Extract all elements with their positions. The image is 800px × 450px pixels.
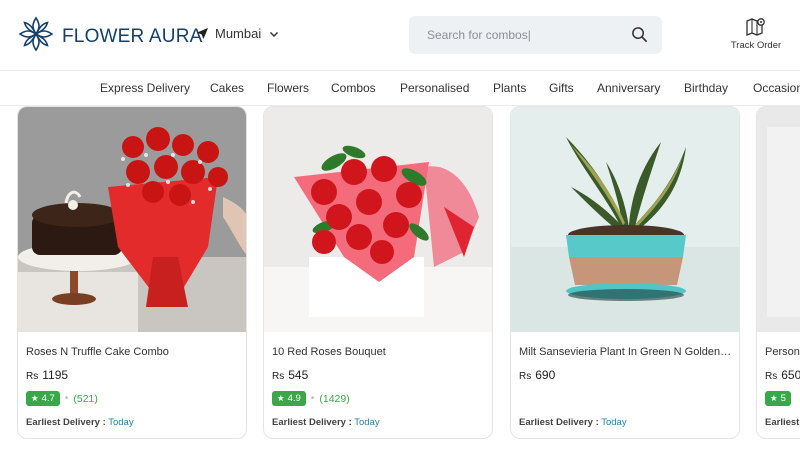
location-city: Mumbai xyxy=(215,26,262,41)
nav-express-delivery[interactable]: Express Delivery xyxy=(100,81,190,95)
product-price: Rs 690 xyxy=(519,368,555,382)
star-icon: ★ xyxy=(31,393,39,403)
price-value: 650 xyxy=(781,368,800,382)
location-selector[interactable]: Mumbai xyxy=(196,26,279,41)
nav-gifts[interactable]: Gifts xyxy=(549,81,574,95)
product-grid: Roses N Truffle Cake Combo Rs 1195 ★ 4.7 •… xyxy=(0,106,800,450)
review-count[interactable]: (521) xyxy=(73,393,98,405)
product-price: Rs 545 xyxy=(272,368,308,382)
delivery-label: Earliest xyxy=(765,417,800,428)
search-input[interactable] xyxy=(427,28,627,42)
separator-dot: • xyxy=(64,393,69,404)
nav-cakes[interactable]: Cakes xyxy=(210,81,244,95)
delivery-label: Earliest Delivery : xyxy=(519,417,599,428)
product-name[interactable]: Milt Sansevieria Plant In Green N Golden… xyxy=(519,346,733,358)
rating-value: 5 xyxy=(780,393,786,404)
product-name[interactable]: Roses N Truffle Cake Combo xyxy=(26,346,240,358)
brand-name: FLOWER AURA xyxy=(62,25,203,47)
price-value: 1195 xyxy=(42,368,69,382)
product-image-red-roses[interactable] xyxy=(264,107,492,332)
nav-occasions[interactable]: Occasions xyxy=(753,81,800,95)
flower-logo-icon xyxy=(16,14,56,59)
nav-combos[interactable]: Combos xyxy=(331,81,376,95)
product-price: Rs 1195 xyxy=(26,368,68,382)
product-price: Rs 650 xyxy=(765,368,800,382)
review-count[interactable]: (1429) xyxy=(319,393,349,405)
separator-dot: • xyxy=(310,393,315,404)
product-name[interactable]: Personalised xyxy=(765,346,800,358)
currency-label: Rs xyxy=(519,371,532,382)
rating-badge: ★ 4.7 xyxy=(26,391,60,406)
product-card[interactable]: Roses N Truffle Cake Combo Rs 1195 ★ 4.7 •… xyxy=(17,106,247,439)
search-icon[interactable] xyxy=(631,26,648,43)
rating-badge: ★ 5 xyxy=(765,391,791,406)
currency-label: Rs xyxy=(26,371,39,382)
currency-label: Rs xyxy=(765,371,778,382)
star-icon: ★ xyxy=(770,393,778,403)
earliest-delivery: Earliest Delivery : Today xyxy=(26,417,134,428)
product-image-sansevieria-plant[interactable] xyxy=(511,107,739,332)
earliest-delivery: Earliest Delivery : Today xyxy=(519,417,627,428)
product-name[interactable]: 10 Red Roses Bouquet xyxy=(272,346,486,358)
track-order-label: Track Order xyxy=(730,40,782,51)
earliest-delivery: Earliest Delivery : Today xyxy=(272,417,380,428)
track-order-button[interactable]: Track Order xyxy=(726,16,786,51)
chevron-down-icon xyxy=(261,29,279,39)
category-nav: Express Delivery Cakes Flowers Combos Pe… xyxy=(0,70,800,106)
delivery-value: Today xyxy=(108,417,134,428)
star-icon: ★ xyxy=(277,393,285,403)
nav-plants[interactable]: Plants xyxy=(493,81,526,95)
nav-personalised[interactable]: Personalised xyxy=(400,81,469,95)
product-card[interactable]: Personalised Rs650 ★5 Earliest xyxy=(756,106,800,439)
nav-flowers[interactable]: Flowers xyxy=(267,81,309,95)
nav-birthday[interactable]: Birthday xyxy=(684,81,728,95)
delivery-value: Today xyxy=(354,417,380,428)
site-header: FLOWER AURA Mumbai Track Order xyxy=(0,0,800,70)
nav-anniversary[interactable]: Anniversary xyxy=(597,81,660,95)
navigation-arrow-icon xyxy=(196,27,209,40)
brand-logo[interactable]: FLOWER AURA xyxy=(16,14,203,59)
delivery-value: Today xyxy=(601,417,627,428)
search-bar xyxy=(409,16,662,54)
map-pin-icon xyxy=(726,16,786,36)
product-rating: ★ 4.9 • (1429) xyxy=(272,391,350,406)
product-card[interactable]: 10 Red Roses Bouquet Rs 545 ★ 4.9 • (1429)… xyxy=(263,106,493,439)
delivery-label: Earliest Delivery : xyxy=(26,417,106,428)
rating-value: 4.9 xyxy=(287,393,301,404)
product-image-personalised[interactable] xyxy=(757,107,800,332)
earliest-delivery: Earliest xyxy=(765,417,799,428)
product-rating: ★ 4.7 • (521) xyxy=(26,391,98,406)
price-value: 545 xyxy=(288,368,309,382)
rating-value: 4.7 xyxy=(41,393,55,404)
currency-label: Rs xyxy=(272,371,285,382)
rating-badge: ★ 4.9 xyxy=(272,391,306,406)
delivery-label: Earliest Delivery : xyxy=(272,417,352,428)
price-value: 690 xyxy=(535,368,556,382)
product-card[interactable]: Milt Sansevieria Plant In Green N Golden… xyxy=(510,106,740,439)
product-image-cake-roses[interactable] xyxy=(18,107,246,332)
product-rating: ★ 5 xyxy=(765,391,791,406)
